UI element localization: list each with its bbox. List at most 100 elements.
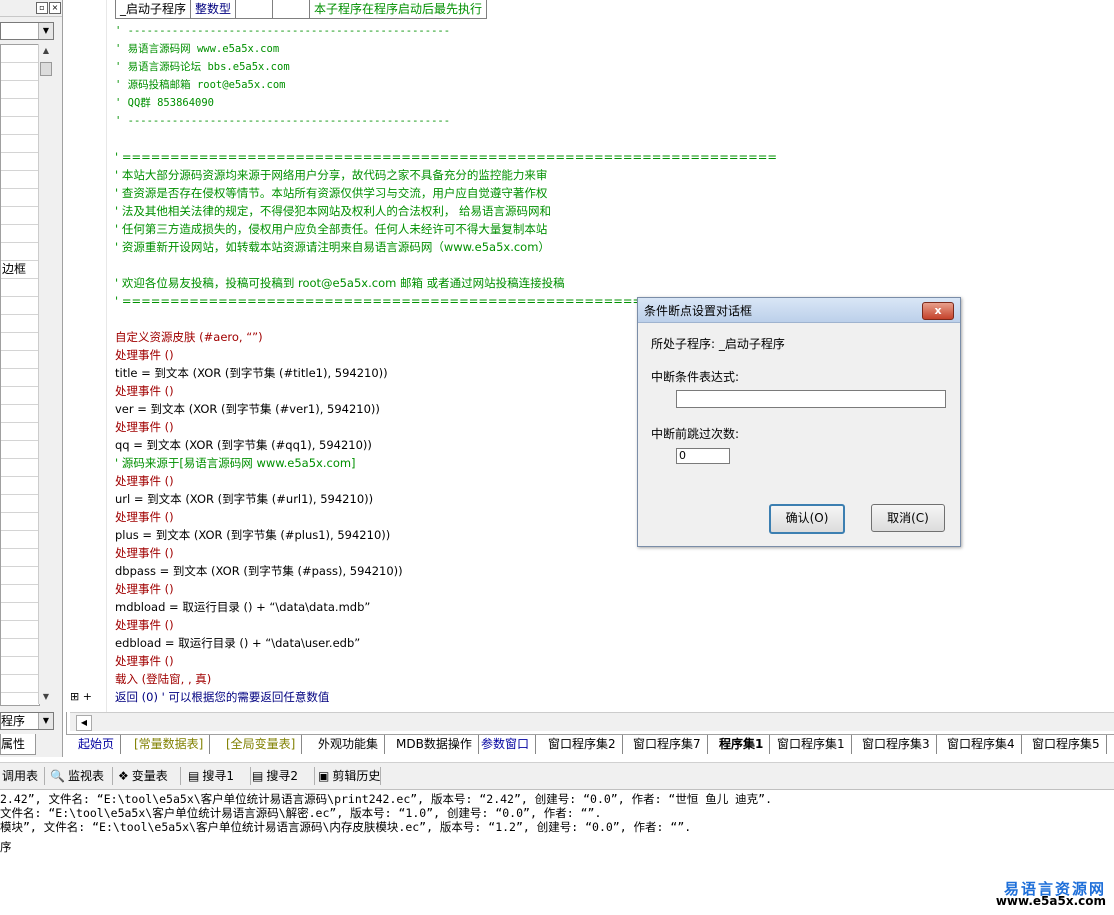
code-comment-line[interactable]: ' QQ群 853864090 xyxy=(115,94,214,112)
code-line[interactable]: 返回 (0) ' 可以根据您的需要返回任意数值 xyxy=(115,688,329,706)
tab-9[interactable]: 窗口程序集1 xyxy=(771,735,852,754)
property-row[interactable] xyxy=(1,513,39,531)
close-icon[interactable]: × xyxy=(49,2,61,14)
toolbar-button-5[interactable]: ▣ 剪辑历史 xyxy=(318,767,380,785)
property-row[interactable] xyxy=(1,441,39,459)
code-comment-line[interactable]: ' --------------------------------------… xyxy=(115,22,450,40)
property-row[interactable] xyxy=(1,369,39,387)
tab-12[interactable]: 窗口程序集5 xyxy=(1026,735,1107,754)
tab-0[interactable]: 起始页 xyxy=(72,735,122,754)
property-row[interactable] xyxy=(1,171,39,189)
tab-1[interactable]: [常量数据表] xyxy=(128,735,211,754)
code-line[interactable]: ver = 到文本 (XOR (到字节集 (#ver1), 594210)) xyxy=(115,400,380,418)
scroll-down-icon[interactable]: ▼ xyxy=(39,690,53,704)
code-comment-line[interactable]: ' 任何第三方造成损失的，侵权用户应负全部责任。任何人未经许可不得大量复制本站 xyxy=(115,220,547,238)
property-scrollbar[interactable]: ▲ ▼ xyxy=(38,44,53,704)
code-line[interactable]: 处理事件 () xyxy=(115,544,174,562)
dialog-titlebar[interactable]: 条件断点设置对话框 x xyxy=(638,298,960,323)
property-row[interactable] xyxy=(1,675,39,693)
property-row[interactable] xyxy=(1,297,39,315)
code-line[interactable]: url = 到文本 (XOR (到字节集 (#url1), 594210)) xyxy=(115,490,373,508)
program-selector[interactable]: 程序 ▼ xyxy=(0,712,54,730)
code-comment-line[interactable]: ' --------------------------------------… xyxy=(115,112,450,130)
table-cell[interactable] xyxy=(236,0,274,18)
code-line[interactable]: qq = 到文本 (XOR (到字节集 (#qq1), 594210)) xyxy=(115,436,372,454)
code-comment-line[interactable]: ' 易语言源码论坛 bbs.e5a5x.com xyxy=(115,58,290,76)
cancel-button[interactable]: 取消(C) xyxy=(871,504,945,532)
code-line[interactable]: dbpass = 到文本 (XOR (到字节集 (#pass), 594210)… xyxy=(115,562,403,580)
code-line[interactable]: ' 源码来源于[易语言源码网 www.e5a5x.com] xyxy=(115,454,356,472)
chevron-down-icon[interactable]: ▼ xyxy=(38,23,53,39)
tab-properties[interactable]: 属性 xyxy=(0,734,36,755)
code-line[interactable]: 处理事件 () xyxy=(115,418,174,436)
property-row[interactable] xyxy=(1,117,39,135)
subprogram-header-table[interactable]: _启动子程序 整数型 本子程序在程序启动后最先执行 xyxy=(115,0,488,19)
code-line[interactable]: 处理事件 () xyxy=(115,472,174,490)
code-comment-line[interactable]: ' 源码投稿邮箱 root@e5a5x.com xyxy=(115,76,285,94)
chevron-down-icon[interactable]: ▼ xyxy=(38,713,53,729)
code-comment-line[interactable]: ' 易语言源码网 www.e5a5x.com xyxy=(115,40,279,58)
property-row[interactable]: 边框 xyxy=(1,261,39,279)
horizontal-scrollbar[interactable]: ◀ xyxy=(70,712,1114,731)
table-cell[interactable] xyxy=(273,0,311,18)
code-line[interactable]: title = 到文本 (XOR (到字节集 (#title1), 594210… xyxy=(115,364,388,382)
property-row[interactable] xyxy=(1,387,39,405)
code-line[interactable]: 处理事件 () xyxy=(115,580,174,598)
property-row[interactable] xyxy=(1,495,39,513)
property-row[interactable] xyxy=(1,279,39,297)
code-comment-line[interactable]: ' 本站大部分源码资源均来源于网络用户分享，故代码之家不具备充分的监控能力来审 xyxy=(115,166,547,184)
close-button[interactable]: x xyxy=(922,302,954,320)
code-line[interactable]: edbload = 取运行目录 () + “\data\user.edb” xyxy=(115,634,360,652)
scroll-up-icon[interactable]: ▲ xyxy=(39,44,53,58)
property-row[interactable] xyxy=(1,333,39,351)
property-row[interactable] xyxy=(1,639,39,657)
code-line[interactable]: 载入 (登陆窗, , 真) xyxy=(115,670,211,688)
code-comment-line[interactable]: ' 查资源是否存在侵权等情节。本站所有资源仅供学习与交流，用户应自觉遵守著作权 xyxy=(115,184,547,202)
property-row[interactable] xyxy=(1,531,39,549)
object-selector[interactable]: ▼ xyxy=(0,22,54,40)
property-row[interactable] xyxy=(1,243,39,261)
code-line[interactable]: 处理事件 () xyxy=(115,616,174,634)
property-row[interactable] xyxy=(1,423,39,441)
tab-2[interactable]: [全局变量表] xyxy=(220,735,303,754)
tab-4[interactable]: MDB数据操作 xyxy=(390,735,479,754)
code-line[interactable]: plus = 到文本 (XOR (到字节集 (#plus1), 594210)) xyxy=(115,526,390,544)
scroll-thumb[interactable] xyxy=(40,62,52,76)
property-row[interactable] xyxy=(1,621,39,639)
code-line[interactable]: 处理事件 () xyxy=(115,508,174,526)
code-line[interactable]: 处理事件 () xyxy=(115,652,174,670)
toolbar-button-0[interactable]: 调用表 xyxy=(2,767,38,785)
property-row[interactable] xyxy=(1,225,39,243)
property-row[interactable] xyxy=(1,153,39,171)
output-panel[interactable]: 2.42”, 文件名: “E:\tool\e5a5x\客户单位统计易语言源码\p… xyxy=(0,790,1114,915)
code-comment-line[interactable]: ' 法及其他相关法律的规定，不得侵犯本网站及权利人的合法权利， 给易语言源码网和 xyxy=(115,202,551,220)
tab-3[interactable]: 外观功能集 xyxy=(312,735,386,754)
property-grid[interactable]: 边框 xyxy=(0,44,40,706)
toolbar-button-3[interactable]: ▤ 搜寻1 xyxy=(188,767,234,785)
property-row[interactable] xyxy=(1,657,39,675)
expand-icon[interactable]: ⊞ + xyxy=(70,690,92,703)
table-cell[interactable]: 整数型 xyxy=(191,0,237,18)
scroll-left-icon[interactable]: ◀ xyxy=(76,715,92,731)
tab-5[interactable]: 参数窗口 xyxy=(475,735,537,754)
property-row[interactable] xyxy=(1,63,39,81)
code-line[interactable]: mdbload = 取运行目录 () + “\data\data.mdb” xyxy=(115,598,370,616)
toolbar-button-1[interactable]: 🔍 监视表 xyxy=(50,767,104,785)
code-line[interactable]: 处理事件 () xyxy=(115,382,174,400)
property-row[interactable] xyxy=(1,135,39,153)
property-row[interactable] xyxy=(1,207,39,225)
code-line[interactable]: 处理事件 () xyxy=(115,346,174,364)
property-row[interactable] xyxy=(1,405,39,423)
property-row[interactable] xyxy=(1,693,39,705)
condition-expression-input[interactable] xyxy=(676,390,946,408)
toolbar-button-2[interactable]: ❖ 变量表 xyxy=(118,767,168,785)
table-cell[interactable]: _启动子程序 xyxy=(116,0,192,18)
code-line[interactable]: 自定义资源皮肤 (#aero, “”) xyxy=(115,328,263,346)
restore-icon[interactable]: ▫ xyxy=(36,2,48,14)
table-cell[interactable]: 本子程序在程序启动后最先执行 xyxy=(310,0,486,18)
tab-10[interactable]: 窗口程序集3 xyxy=(856,735,937,754)
property-row[interactable] xyxy=(1,549,39,567)
property-row[interactable] xyxy=(1,351,39,369)
property-row[interactable] xyxy=(1,189,39,207)
property-row[interactable] xyxy=(1,315,39,333)
